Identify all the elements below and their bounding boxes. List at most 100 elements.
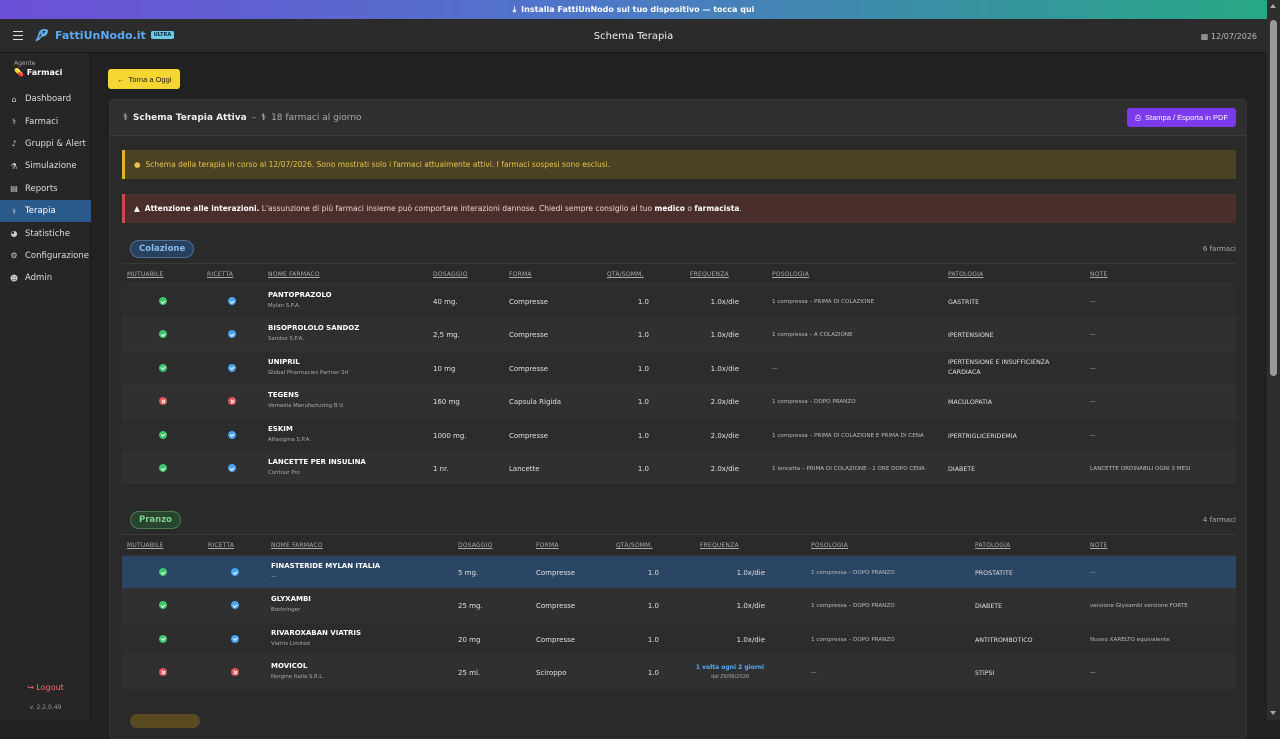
drug-name-cell: PANTOPRAZOLO Mylan S.P.A. [268, 291, 332, 309]
next-section-pill[interactable] [130, 714, 200, 728]
column-header[interactable]: NOTE [1090, 542, 1107, 549]
prescription-check-icon [228, 330, 236, 339]
table-row[interactable]: MOVICOL Norgine Italia S.R.L. 25 ml. Scirop… [122, 655, 1236, 689]
column-header[interactable]: POSOLOGIA [772, 271, 809, 278]
prescription-check-icon [231, 601, 239, 610]
column-header[interactable]: POSOLOGIA [811, 542, 848, 549]
sidebar-item-dashboard[interactable]: ⌂ Dashboard [0, 88, 91, 110]
sidebar-item-reports[interactable]: ▤ Reports [0, 178, 91, 200]
pathology: IPERTENSIONE E INSUFFICIENZA CARDIACA [948, 358, 1050, 376]
pathology: PROSTATITE [975, 570, 1013, 577]
form: Capsula Rigida [509, 398, 562, 407]
sidebar-item-gruppi-alert[interactable]: ♪ Gruppi & Alert [0, 133, 91, 155]
info-icon: ● [134, 160, 141, 169]
table-row[interactable]: UNIPRIL Global Pharmacies Partner Srl 10 m… [122, 350, 1236, 385]
print-icon: ⎙ [1135, 112, 1142, 122]
table-row[interactable]: ESKIM Alfasigma S.P.A. 1000 mg. Compresse 1.… [122, 417, 1236, 451]
table-header: MUTUABILE RICETTA NOME FARMACO DOSAGGIO FORM… [122, 268, 1236, 284]
agent-name[interactable]: 💊 Farmaci [14, 68, 62, 77]
interaction-body: L'assunzione di più farmaci insieme può … [259, 204, 655, 213]
back-to-today-label: Torna a Oggi [128, 74, 172, 84]
pathology: STIPSI [975, 670, 995, 678]
frequency-main: 1 volta ogni 2 giorni [695, 664, 765, 672]
scrollbar[interactable] [1267, 0, 1280, 720]
table-row[interactable]: RIVAROXABAN VIATRIS Viatris Limited 20 mg C… [122, 621, 1236, 656]
form: Compresse [536, 602, 576, 611]
note: — [1090, 570, 1096, 576]
column-header[interactable]: QTÀ/SOMM. [616, 542, 653, 549]
sidebar-item-configurazione[interactable]: ⚙ Configurazione [0, 245, 91, 267]
interaction-end: . [739, 204, 742, 213]
prescription-check-icon [231, 568, 239, 576]
sidebar-item-simulazione[interactable]: ⚗ Simulazione [0, 155, 91, 177]
pathology: ANTITROMBOTICO [975, 636, 1033, 644]
drug-name: PANTOPRAZOLO [268, 291, 332, 299]
section-count: 6 farmaci [1202, 245, 1236, 253]
current-date: ▦ 12/07/2026 [1201, 32, 1257, 41]
table-row[interactable]: GLYXAMBI Bockringer 25 mg. Compresse 1.0 1.0x… [122, 588, 1236, 622]
table-row[interactable]: FINASTERIDE MYLAN ITALIA — 5 mg. Compresse 1… [122, 555, 1236, 589]
column-header[interactable]: PATOLOGIA [948, 271, 983, 278]
back-to-today-button[interactable]: ← Torna a Oggi [108, 69, 181, 89]
drug-manufacturer: Viatris Limited [271, 640, 310, 647]
logout-button[interactable]: ↪ Logout [0, 683, 91, 692]
scroll-thumb[interactable] [1270, 20, 1277, 376]
sidebar-item-terapia[interactable]: ⚕ Terapia [0, 199, 91, 223]
interaction-or: o [684, 204, 695, 213]
column-header[interactable]: FREQUENZA [690, 271, 729, 278]
warning-text: Schema della terapia in corso al 12/07/2… [145, 160, 611, 169]
drug-name-cell: BISOPROLOLO SANDOZ Sandoz S.P.A. [268, 324, 359, 342]
frequency: 2.0x/die [710, 431, 739, 440]
sidebar-item-admin[interactable]: ☻ Admin [0, 267, 91, 289]
column-header[interactable]: DOSAGGIO [458, 542, 493, 549]
print-pdf-button[interactable]: ⎙ Stampa / Esporta in PDF [1127, 108, 1236, 127]
install-banner[interactable]: ⤓ Installa FattiUnNodo sul tuo dispositi… [0, 0, 1267, 19]
column-header[interactable]: MUTUABILE [127, 542, 164, 549]
posology: — [772, 365, 778, 372]
form: Sciroppo [536, 669, 567, 678]
table-row[interactable]: BISOPROLOLO SANDOZ Sandoz S.P.A. 2,5 mg. Co… [122, 317, 1236, 351]
column-header[interactable]: RICETTA [208, 542, 234, 549]
sidebar-item-farmaci[interactable]: ⚕ Farmaci [0, 110, 91, 132]
prescription-check-icon [228, 430, 236, 439]
quantity: 1.0 [637, 331, 649, 340]
sidebar-item-statistiche[interactable]: ◕ Statistiche [0, 222, 91, 244]
table-row[interactable]: LANCETTE PER INSULINA Contour Pro 1 nr. Lan… [122, 451, 1236, 485]
column-header[interactable]: MUTUABILE [127, 271, 164, 278]
column-header[interactable]: PATOLOGIA [975, 542, 1010, 549]
column-header[interactable]: NOTE [1090, 271, 1107, 278]
mutuabile-check-icon [159, 601, 167, 610]
quantity: 1.0 [637, 298, 649, 306]
column-header[interactable]: QTÀ/SOMM. [607, 271, 644, 278]
page-title: Schema Terapia [593, 31, 674, 42]
column-header[interactable]: RICETTA [207, 271, 233, 278]
table-row[interactable]: PANTOPRAZOLO Mylan S.P.A. 40 mg. Compresse 1… [122, 284, 1236, 318]
column-header[interactable]: FORMA [536, 542, 559, 549]
table-row[interactable]: TEGENS Vemedia Manufacturing B.V. 160 mg Ca… [122, 384, 1236, 418]
column-header[interactable]: FORMA [509, 271, 532, 278]
column-header[interactable]: NOME FARMACO [268, 271, 320, 278]
drug-name-cell: MOVICOL Norgine Italia S.R.L. [271, 662, 324, 680]
column-header[interactable]: NOME FARMACO [271, 542, 323, 549]
scroll-down-arrow[interactable] [1270, 711, 1276, 715]
column-header[interactable]: FREQUENZA [700, 542, 739, 549]
note: LANCETTE ORDINABILI OGNI 3 MESI [1090, 466, 1191, 472]
gear-icon: ⚙ [10, 251, 18, 261]
capsules-icon: ⚕ [261, 113, 267, 123]
drug-name: GLYXAMBI [271, 595, 311, 604]
section-count: 4 farmaci [1202, 516, 1236, 524]
drug-name: UNIPRIL [268, 357, 300, 366]
dosage: 10 mg [433, 364, 456, 373]
frequency-start: dal 29/06/2026 [710, 674, 750, 681]
sidebar-item-label: Admin [25, 273, 53, 284]
scroll-up-arrow[interactable] [1270, 4, 1276, 8]
no-prescription-x-icon [228, 397, 236, 406]
pathology: IPERTRIGLICERIDEMIA [948, 432, 1017, 440]
warning-alert: ● Schema della terapia in corso al 12/07… [122, 150, 1236, 179]
pills-icon: ⚕ [11, 117, 17, 127]
drug-name: ESKIM [268, 424, 293, 433]
agent-label: Agente [14, 60, 36, 67]
bell-icon: ♪ [11, 139, 17, 149]
drug-name-cell: UNIPRIL Global Pharmacies Partner Srl [268, 358, 348, 376]
column-header[interactable]: DOSAGGIO [433, 271, 468, 278]
